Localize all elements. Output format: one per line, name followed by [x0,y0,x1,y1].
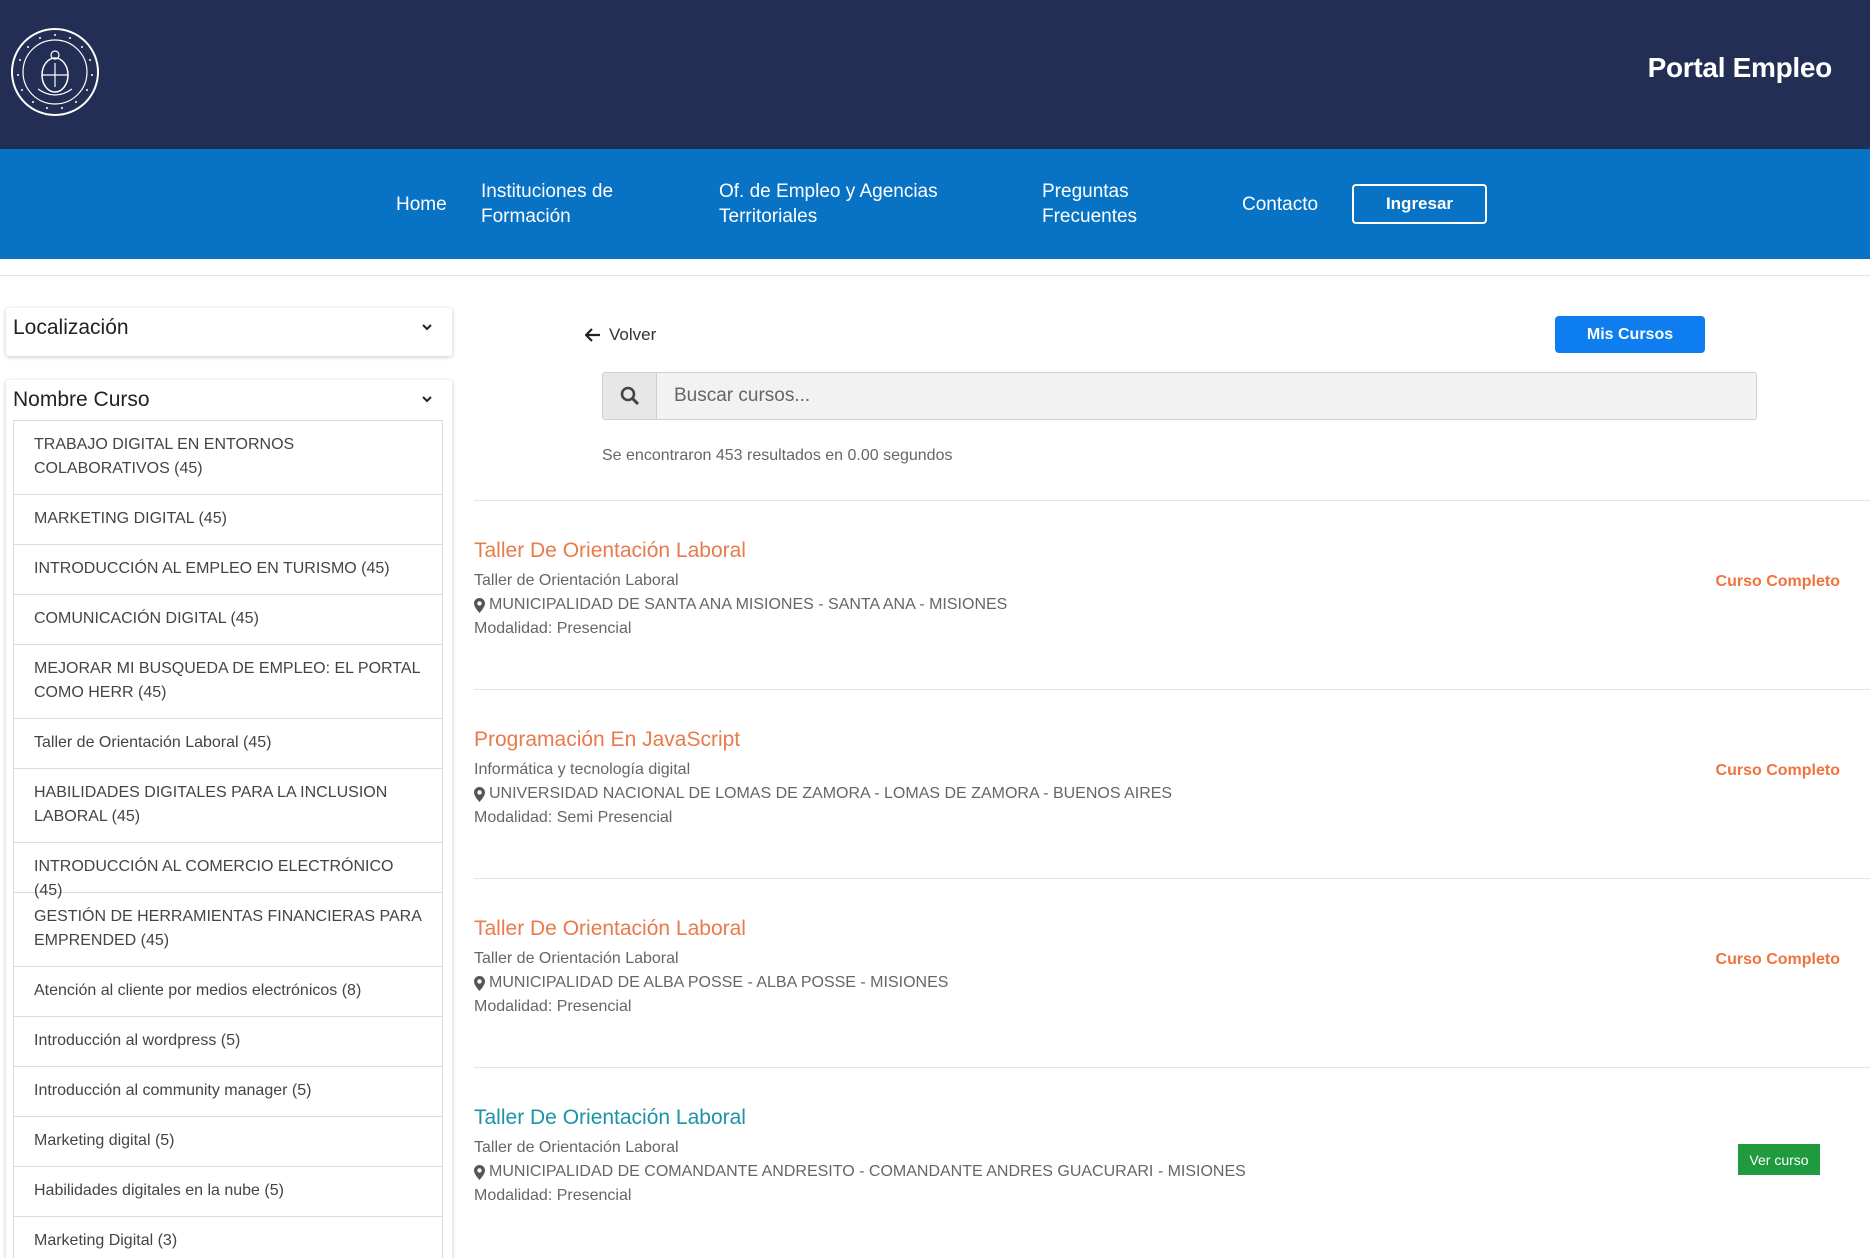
status-badge: Curso Completo [1715,951,1840,968]
map-marker-icon [474,975,485,991]
result-modality: Modalidad: Presencial [474,620,632,637]
results-count: Se encontraron 453 resultados en 0.00 se… [602,447,953,464]
result-location: MUNICIPALIDAD DE ALBA POSSE - ALBA POSSE… [474,974,948,992]
result-card: Programación En JavaScript Informática y… [474,689,1870,879]
map-marker-icon [474,786,485,802]
nav-oficinas-empleo[interactable]: Of. de Empleo y Agencias Territoriales [719,179,949,229]
filter-nombre-curso: Nombre Curso TRABAJO DIGITAL EN ENTORNOS… [6,380,452,1258]
nav-contacto[interactable]: Contacto [1242,192,1318,217]
course-filter-item[interactable]: Marketing Digital (3) [13,1216,443,1258]
result-location: MUNICIPALIDAD DE COMANDANTE ANDRESITO - … [474,1163,1246,1181]
course-filter-item[interactable]: Habilidades digitales en la nube (5) [13,1166,443,1216]
nav-preguntas-frecuentes[interactable]: Preguntas Frecuentes [1042,179,1182,229]
argentina-seal-logo [11,28,99,116]
nav-home[interactable]: Home [396,192,447,217]
search-input[interactable] [658,373,1756,419]
course-filter-item[interactable]: INTRODUCCIÓN AL EMPLEO EN TURISMO (45) [13,544,443,594]
filter-nombre-curso-title[interactable]: Nombre Curso [13,388,150,412]
brand-title: Portal Empleo [1647,52,1833,83]
map-marker-icon [474,597,485,613]
filter-localizacion-title: Localización [13,316,129,339]
result-title[interactable]: Taller De Orientación Laboral [474,917,746,941]
ingresar-button[interactable]: Ingresar [1352,184,1487,224]
course-filter-item[interactable]: Introducción al wordpress (5) [13,1016,443,1066]
course-filter-item[interactable]: HABILIDADES DIGITALES PARA LA INCLUSION … [13,768,443,842]
divider [0,275,1870,276]
result-subtitle: Taller de Orientación Laboral [474,572,679,589]
search-icon [620,386,639,406]
result-location-text: UNIVERSIDAD NACIONAL DE LOMAS DE ZAMORA … [489,785,1173,802]
result-location-text: MUNICIPALIDAD DE SANTA ANA MISIONES - SA… [489,596,1008,613]
result-title[interactable]: Programación En JavaScript [474,728,740,752]
result-location-text: MUNICIPALIDAD DE ALBA POSSE - ALBA POSSE… [489,974,949,991]
main-nav: Home Instituciones de Formación Of. de E… [0,149,1870,259]
chevron-down-icon[interactable] [420,392,434,406]
back-link[interactable]: Volver [585,325,656,345]
course-filter-item[interactable]: COMUNICACIÓN DIGITAL (45) [13,594,443,644]
result-subtitle: Taller de Orientación Laboral [474,1139,679,1156]
course-filter-item[interactable]: GESTIÓN DE HERRAMIENTAS FINANCIERAS PARA… [13,892,443,966]
top-header: Portal Empleo [0,0,1870,149]
result-modality: Modalidad: Presencial [474,1187,632,1204]
course-filter-item[interactable]: Taller de Orientación Laboral (45) [13,718,443,768]
course-filter-item[interactable]: Introducción al community manager (5) [13,1066,443,1116]
result-title[interactable]: Taller De Orientación Laboral [474,539,746,563]
search-bar [602,372,1757,420]
search-button[interactable] [603,373,657,419]
result-card: Taller De Orientación Laboral Taller de … [474,1067,1870,1258]
course-filter-item[interactable]: TRABAJO DIGITAL EN ENTORNOS COLABORATIVO… [13,420,443,494]
result-subtitle: Taller de Orientación Laboral [474,950,679,967]
course-filter-item[interactable]: Atención al cliente por medios electróni… [13,966,443,1016]
filter-localizacion[interactable]: Localización [6,308,452,356]
course-filter-list: TRABAJO DIGITAL EN ENTORNOS COLABORATIVO… [13,420,443,1258]
arrow-left-icon [585,328,600,342]
result-location: UNIVERSIDAD NACIONAL DE LOMAS DE ZAMORA … [474,785,1172,803]
ver-curso-button[interactable]: Ver curso [1738,1144,1820,1175]
chevron-down-icon[interactable] [420,320,434,334]
nav-instituciones[interactable]: Instituciones de Formación [481,179,641,229]
result-modality: Modalidad: Semi Presencial [474,809,673,826]
result-location: MUNICIPALIDAD DE SANTA ANA MISIONES - SA… [474,596,1007,614]
map-marker-icon [474,1164,485,1180]
course-filter-item[interactable]: MEJORAR MI BUSQUEDA DE EMPLEO: EL PORTAL… [13,644,443,718]
result-card: Taller De Orientación Laboral Taller de … [474,500,1870,690]
result-subtitle: Informática y tecnología digital [474,761,691,778]
status-badge: Curso Completo [1715,762,1840,779]
status-badge: Curso Completo [1715,573,1840,590]
back-label: Volver [609,325,657,344]
mis-cursos-button[interactable]: Mis Cursos [1555,316,1705,353]
result-card: Taller De Orientación Laboral Taller de … [474,878,1870,1068]
result-location-text: MUNICIPALIDAD DE COMANDANTE ANDRESITO - … [489,1163,1246,1180]
course-filter-item[interactable]: Marketing digital (5) [13,1116,443,1166]
result-title[interactable]: Taller De Orientación Laboral [474,1106,746,1130]
result-modality: Modalidad: Presencial [474,998,632,1015]
course-filter-item[interactable]: INTRODUCCIÓN AL COMERCIO ELECTRÓNICO (45… [13,842,443,899]
course-filter-item[interactable]: MARKETING DIGITAL (45) [13,494,443,544]
